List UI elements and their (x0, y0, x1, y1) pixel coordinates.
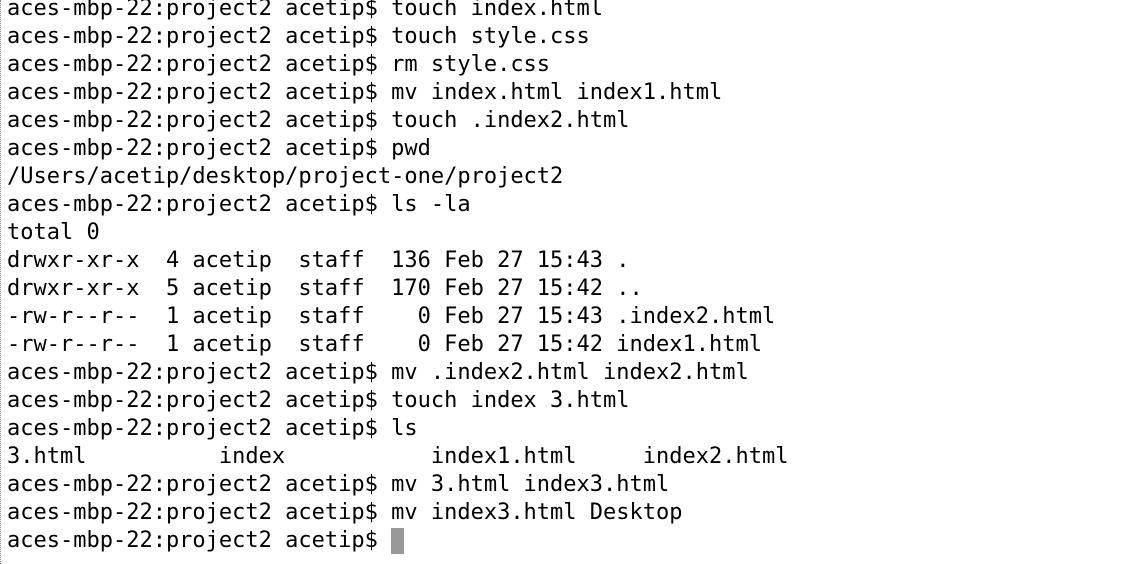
prompt: aces-mbp-22:project2 acetip$ (7, 360, 392, 385)
terminal-line: aces-mbp-22:project2 acetip$ pwd (7, 135, 1122, 163)
command-text: touch index 3.html (391, 388, 630, 413)
prompt: aces-mbp-22:project2 acetip$ (7, 24, 392, 49)
output-line: total 0 (7, 220, 100, 245)
terminal-line: aces-mbp-22:project2 acetip$ mv index3.h… (7, 499, 1122, 527)
prompt: aces-mbp-22:project2 acetip$ (7, 472, 392, 497)
terminal-line: aces-mbp-22:project2 acetip$ touch style… (7, 23, 1122, 51)
command-text: ls (391, 416, 418, 441)
terminal-window[interactable]: aces-mbp-22:project2 acetip$ touch index… (0, 0, 1122, 564)
prompt: aces-mbp-22:project2 acetip$ (7, 108, 392, 133)
output-line: drwxr-xr-x 4 acetip staff 136 Feb 27 15:… (7, 248, 630, 273)
command-text: mv 3.html index3.html (391, 472, 670, 497)
output-line: /Users/acetip/desktop/project-one/projec… (7, 164, 564, 189)
prompt: aces-mbp-22:project2 acetip$ (7, 388, 392, 413)
command-text: touch .index2.html (391, 108, 630, 133)
prompt: aces-mbp-22:project2 acetip$ (7, 80, 392, 105)
command-text: mv .index2.html index2.html (391, 360, 749, 385)
terminal-line: aces-mbp-22:project2 acetip$ mv 3.html i… (7, 471, 1122, 499)
prompt: aces-mbp-22:project2 acetip$ (7, 136, 392, 161)
terminal-line: aces-mbp-22:project2 acetip$ touch index… (7, 0, 1122, 23)
prompt: aces-mbp-22:project2 acetip$ (7, 52, 392, 77)
command-text: pwd (391, 136, 431, 161)
prompt: aces-mbp-22:project2 acetip$ (7, 0, 392, 21)
terminal-line: aces-mbp-22:project2 acetip$ touch .inde… (7, 107, 1122, 135)
output-line: -rw-r--r-- 1 acetip staff 0 Feb 27 15:42… (7, 332, 762, 357)
terminal-line: aces-mbp-22:project2 acetip$ mv index.ht… (7, 79, 1122, 107)
command-text: touch style.css (391, 24, 590, 49)
command-text: touch index.html (391, 0, 604, 21)
active-prompt-line[interactable]: aces-mbp-22:project2 acetip$ (7, 527, 1122, 555)
terminal-line: aces-mbp-22:project2 acetip$ touch index… (7, 387, 1122, 415)
prompt: aces-mbp-22:project2 acetip$ (7, 528, 392, 553)
terminal-line: aces-mbp-22:project2 acetip$ rm style.cs… (7, 51, 1122, 79)
command-text: ls -la (391, 192, 471, 217)
command-text: rm style.css (391, 52, 551, 77)
terminal-line: aces-mbp-22:project2 acetip$ mv .index2.… (7, 359, 1122, 387)
prompt: aces-mbp-22:project2 acetip$ (7, 192, 392, 217)
terminal-line: aces-mbp-22:project2 acetip$ ls -la (7, 191, 1122, 219)
output-line: drwxr-xr-x 5 acetip staff 170 Feb 27 15:… (7, 276, 643, 301)
terminal-line: aces-mbp-22:project2 acetip$ ls (7, 415, 1122, 443)
command-text: mv index.html index1.html (391, 80, 723, 105)
output-line: -rw-r--r-- 1 acetip staff 0 Feb 27 15:43… (7, 304, 776, 329)
output-line: 3.html index index1.html index2.html (7, 444, 789, 469)
command-text: mv index3.html Desktop (391, 500, 683, 525)
prompt: aces-mbp-22:project2 acetip$ (7, 416, 392, 441)
prompt: aces-mbp-22:project2 acetip$ (7, 500, 392, 525)
text-cursor (391, 528, 405, 554)
